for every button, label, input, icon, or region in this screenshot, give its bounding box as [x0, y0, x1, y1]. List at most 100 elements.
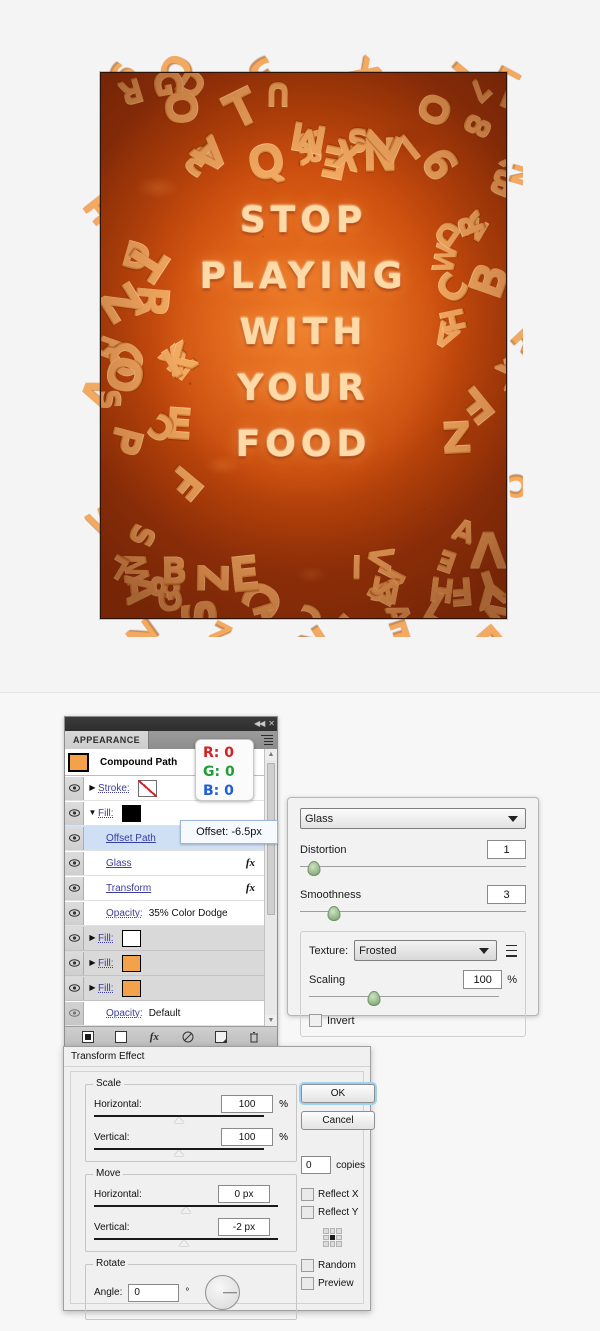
- anchor-cell-tl[interactable]: [323, 1228, 329, 1234]
- row-fill-label[interactable]: Fill:: [98, 933, 114, 944]
- disclosure-triangle-icon[interactable]: ▶: [87, 959, 98, 967]
- visibility-toggle-icon[interactable]: [65, 976, 84, 1000]
- move-vertical-input[interactable]: -2 px: [218, 1218, 270, 1236]
- row-opacity-fill[interactable]: Opacity: 35% Color Dodge: [65, 901, 277, 926]
- cancel-button[interactable]: Cancel: [301, 1111, 375, 1130]
- visibility-toggle-icon[interactable]: [65, 801, 84, 825]
- reflect-y-row[interactable]: Reflect Y: [301, 1206, 365, 1219]
- fill-swatch-orange[interactable]: [121, 979, 141, 997]
- row-fill-label[interactable]: Fill:: [98, 983, 114, 994]
- rotate-angle-input[interactable]: 0: [128, 1283, 180, 1302]
- invert-checkbox[interactable]: [309, 1014, 322, 1027]
- scale-vertical-slider[interactable]: [94, 1147, 264, 1156]
- slider-knob[interactable]: [181, 1207, 191, 1213]
- clear-appearance-icon[interactable]: [179, 1030, 197, 1044]
- disclosure-triangle-icon[interactable]: ▶: [87, 934, 98, 942]
- scale-horizontal-slider[interactable]: [94, 1114, 264, 1123]
- rotate-dial[interactable]: [205, 1275, 241, 1310]
- scaling-slider[interactable]: [309, 991, 499, 1006]
- row-stroke-label[interactable]: Stroke:: [98, 783, 130, 794]
- row-opacity-default[interactable]: Opacity: Default: [65, 1001, 277, 1026]
- effect-glass-label[interactable]: Glass: [106, 858, 132, 869]
- scale-vertical-input[interactable]: 100: [221, 1128, 274, 1146]
- slider-knob[interactable]: [174, 1117, 184, 1123]
- duplicate-item-icon[interactable]: [212, 1030, 230, 1044]
- effect-offset-path-label[interactable]: Offset Path: [106, 833, 156, 844]
- slider-knob[interactable]: [367, 991, 381, 1006]
- random-row[interactable]: Random: [301, 1259, 365, 1272]
- panel-titlebar[interactable]: ◀◀ ✕: [65, 717, 277, 731]
- anchor-cell-bl[interactable]: [323, 1241, 329, 1247]
- anchor-cell-ml[interactable]: [323, 1234, 329, 1241]
- row-fill-label[interactable]: Fill:: [98, 958, 114, 969]
- smoothness-input[interactable]: 3: [487, 885, 526, 904]
- appearance-panel-footer[interactable]: fx: [65, 1026, 277, 1047]
- smoothness-slider[interactable]: [300, 906, 526, 921]
- texture-options-icon[interactable]: [503, 944, 517, 957]
- anchor-cell-bc[interactable]: [329, 1241, 336, 1247]
- panel-menu-icon[interactable]: [261, 735, 273, 745]
- row-effect-glass[interactable]: Glass fx: [65, 851, 277, 876]
- slider-knob[interactable]: [179, 1240, 190, 1246]
- scale-horizontal-input[interactable]: 100: [221, 1095, 274, 1113]
- effect-preset-dropdown[interactable]: Glass: [300, 808, 526, 829]
- copies-input[interactable]: 0: [301, 1156, 332, 1174]
- panel-scrollbar[interactable]: ▲ ▼: [264, 749, 277, 1026]
- anchor-cell-mc[interactable]: [329, 1234, 336, 1241]
- reflect-y-checkbox[interactable]: [301, 1206, 314, 1219]
- reflect-x-row[interactable]: Reflect X: [301, 1188, 365, 1201]
- chevron-down-icon[interactable]: [508, 815, 518, 822]
- move-horizontal-input[interactable]: 0 px: [218, 1185, 270, 1203]
- scroll-down-arrow-icon[interactable]: ▼: [265, 1015, 277, 1026]
- invert-row[interactable]: Invert: [309, 1014, 517, 1027]
- visibility-toggle-icon[interactable]: [65, 876, 84, 900]
- glass-effect-dialog[interactable]: Glass Distortion 1 Smoothness 3 Texture:…: [287, 797, 539, 1037]
- ok-button[interactable]: OK: [301, 1084, 375, 1103]
- fx-icon[interactable]: fx: [246, 882, 255, 894]
- preview-checkbox[interactable]: [301, 1277, 314, 1290]
- close-icon[interactable]: ✕: [268, 720, 275, 728]
- fill-swatch-orange[interactable]: [121, 954, 141, 972]
- add-new-fill-icon[interactable]: [112, 1030, 130, 1044]
- visibility-toggle-icon[interactable]: [65, 926, 84, 950]
- slider-knob[interactable]: [327, 906, 341, 921]
- visibility-toggle-icon[interactable]: [65, 1001, 84, 1025]
- random-checkbox[interactable]: [301, 1259, 314, 1272]
- delete-item-icon[interactable]: [245, 1030, 263, 1044]
- disclosure-triangle-icon[interactable]: ▶: [87, 984, 98, 992]
- visibility-toggle-icon[interactable]: [65, 951, 84, 975]
- distortion-input[interactable]: 1: [487, 840, 526, 859]
- anchor-cell-tc[interactable]: [329, 1228, 336, 1234]
- scaling-input[interactable]: 100: [463, 970, 503, 989]
- move-horizontal-slider[interactable]: [94, 1204, 278, 1213]
- fill-swatch-white[interactable]: [121, 929, 141, 947]
- effect-transform-label[interactable]: Transform: [106, 883, 151, 894]
- move-vertical-slider[interactable]: [94, 1237, 278, 1246]
- chevron-down-icon[interactable]: [479, 947, 489, 954]
- distortion-slider[interactable]: [300, 861, 526, 876]
- add-new-stroke-icon[interactable]: [79, 1030, 97, 1044]
- preview-row[interactable]: Preview: [301, 1277, 365, 1290]
- transform-anchor-selector[interactable]: [323, 1228, 342, 1247]
- anchor-cell-tr[interactable]: [336, 1228, 342, 1234]
- stroke-swatch-none-icon[interactable]: [137, 779, 157, 797]
- fx-icon[interactable]: fx: [246, 857, 255, 869]
- row-fill-orange-1[interactable]: ▶ Fill:: [65, 951, 277, 976]
- visibility-toggle-icon[interactable]: [65, 826, 84, 850]
- opacity-label[interactable]: Opacity:: [106, 908, 143, 919]
- anchor-cell-mr[interactable]: [336, 1234, 342, 1241]
- target-swatch[interactable]: [67, 751, 90, 773]
- disclosure-triangle-icon[interactable]: ▼: [87, 809, 98, 817]
- anchor-cell-br[interactable]: [336, 1241, 342, 1247]
- scroll-up-arrow-icon[interactable]: ▲: [265, 749, 277, 760]
- row-fill-white[interactable]: ▶ Fill:: [65, 926, 277, 951]
- transform-effect-dialog[interactable]: Transform Effect Scale Horizontal: 100 %…: [63, 1046, 375, 1320]
- fill-swatch-black[interactable]: [121, 804, 141, 822]
- disclosure-triangle-icon[interactable]: ▶: [87, 784, 98, 792]
- add-new-effect-icon[interactable]: fx: [145, 1030, 163, 1044]
- tab-appearance[interactable]: APPEARANCE: [65, 731, 150, 749]
- visibility-toggle-icon[interactable]: [65, 901, 84, 925]
- row-fill-label[interactable]: Fill:: [98, 808, 114, 819]
- reflect-x-checkbox[interactable]: [301, 1188, 314, 1201]
- opacity-label[interactable]: Opacity:: [106, 1008, 143, 1019]
